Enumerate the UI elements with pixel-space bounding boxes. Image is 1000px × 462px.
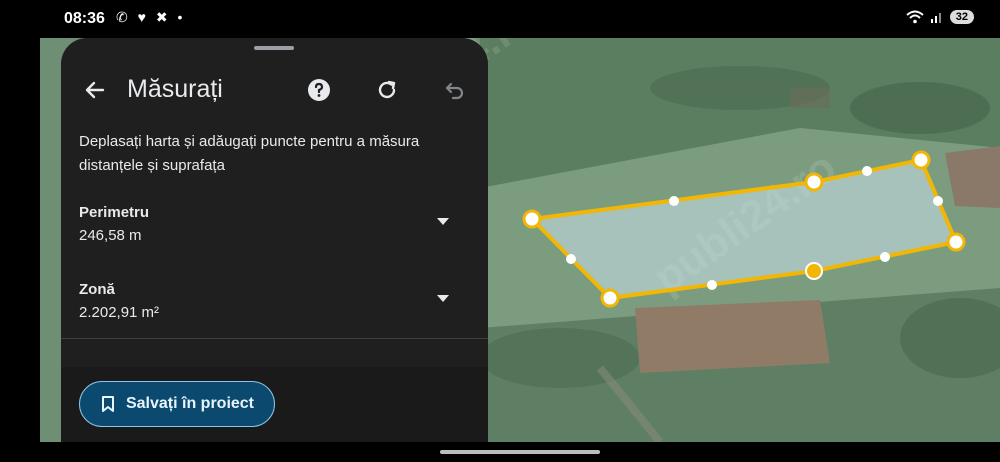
vertex-point[interactable] (522, 209, 542, 229)
save-button-label: Salvați în proiect (125, 395, 255, 412)
vertex-point[interactable] (804, 172, 824, 192)
back-button[interactable] (79, 74, 111, 106)
drag-handle[interactable] (254, 46, 294, 50)
chevron-down-icon[interactable] (437, 218, 449, 225)
perimeter-value: 246,58 m (79, 227, 142, 244)
arrow-left-icon (85, 81, 105, 99)
divider (61, 338, 488, 339)
signal-icon (930, 13, 941, 23)
midpoint-handle[interactable] (566, 254, 576, 264)
chevron-down-icon[interactable] (437, 295, 449, 302)
measure-panel: Măsurați Deplasați harta și adăugați pun… (61, 38, 488, 442)
measured-area-polygon (527, 157, 959, 301)
help-button[interactable] (303, 74, 335, 106)
refresh-button[interactable] (371, 74, 403, 106)
midpoint-handle[interactable] (880, 252, 890, 262)
battery-icon: 32 (949, 10, 974, 24)
navigation-bar (0, 442, 1000, 462)
vertex-point[interactable] (911, 150, 931, 170)
status-time: 08:36 (64, 10, 105, 27)
wifi-icon (906, 10, 924, 24)
panel-header: Măsurați (61, 70, 488, 110)
home-gesture-pill[interactable] (440, 450, 600, 454)
bottom-action-bar: Salvați în proiect (61, 367, 488, 442)
undo-icon (445, 82, 464, 100)
help-circle-icon (308, 79, 330, 101)
midpoint-handle[interactable] (669, 196, 679, 206)
notification-icons: ✆ ♥ ✖ • (116, 9, 186, 25)
midpoint-handle[interactable] (707, 280, 717, 290)
area-label: Zonă (79, 281, 115, 298)
perimeter-label: Perimetru (79, 204, 150, 221)
midpoint-handle[interactable] (933, 196, 943, 206)
midpoint-handle[interactable] (862, 166, 872, 176)
vertex-point[interactable] (946, 232, 966, 252)
instruction-text: Deplasați harta și adăugați puncte pentr… (79, 133, 420, 174)
perimeter-row[interactable]: Perimetru 246,58 m (79, 204, 459, 252)
selected-vertex-point[interactable] (805, 262, 823, 280)
save-to-project-button[interactable]: Salvați în proiect (79, 381, 275, 427)
system-icons: 32 (906, 10, 974, 24)
status-bar: 08:36 ✆ ♥ ✖ • 32 (0, 0, 1000, 38)
area-value: 2.202,91 m² (79, 304, 160, 321)
undo-button[interactable] (439, 74, 471, 106)
vertex-point[interactable] (600, 288, 620, 308)
bookmark-icon (101, 396, 114, 412)
refresh-icon (378, 80, 396, 99)
area-row[interactable]: Zonă 2.202,91 m² (79, 281, 459, 329)
page-title: Măsurați (127, 75, 223, 103)
